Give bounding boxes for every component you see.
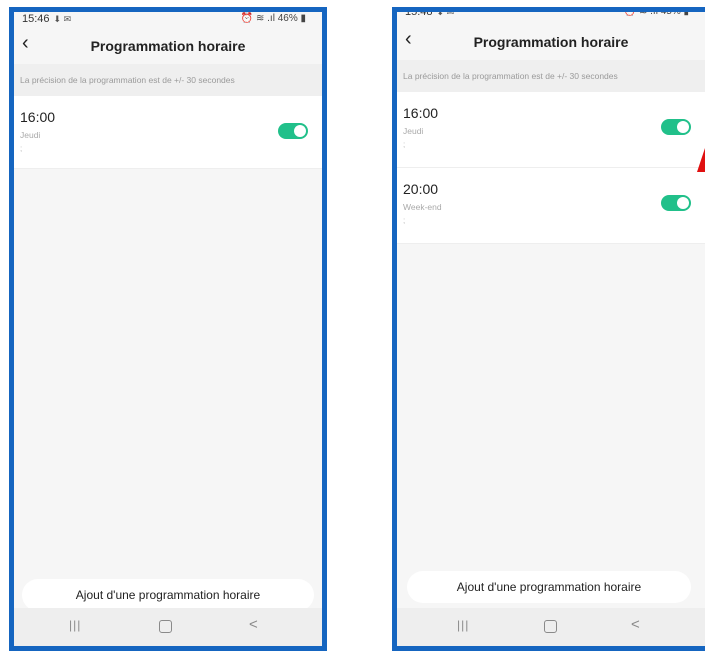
schedule-extra: ; xyxy=(20,144,23,153)
recent-apps-icon[interactable]: ||| xyxy=(457,618,469,632)
battery-percent: 45% xyxy=(660,7,681,17)
notification-icons: ⬇ ✉ xyxy=(436,7,455,17)
toggle-knob xyxy=(677,197,689,209)
precision-notice: La précision de la programmation est de … xyxy=(14,64,322,96)
schedule-toggle[interactable] xyxy=(661,119,691,135)
status-bar: 15:46 ⬇ ✉ ⏰ ≋ .ıl 46% ▮ xyxy=(14,12,322,28)
schedule-time: 16:00 xyxy=(403,105,439,121)
schedule-item[interactable]: 16:00 Jeudi ; xyxy=(397,92,705,168)
schedule-day: Week-end xyxy=(403,202,442,212)
page-title: Programmation horaire xyxy=(473,34,629,50)
status-bar: 15:48 ⬇ ✉ ⏰ ≋ .ıl 45% ▮ xyxy=(397,12,705,24)
phone-screenshot-left: 15:46 ⬇ ✉ ⏰ ≋ .ıl 46% ▮ ‹ Programmation h… xyxy=(9,7,327,651)
add-schedule-button[interactable]: Ajout d'une programmation horaire xyxy=(22,579,314,611)
schedule-item[interactable]: 20:00 Week-end ; xyxy=(397,168,705,244)
schedule-extra: ; xyxy=(403,140,406,149)
home-icon[interactable] xyxy=(544,620,557,633)
schedule-extra: ; xyxy=(403,216,406,225)
nav-back-icon[interactable]: < xyxy=(249,616,258,633)
android-nav-bar: ||| < xyxy=(14,608,322,646)
precision-notice: La précision de la programmation est de … xyxy=(397,60,705,92)
phone-screenshot-right: 15:48 ⬇ ✉ ⏰ ≋ .ıl 45% ▮ ‹ Programmation h… xyxy=(392,7,705,651)
schedule-time: 16:00 xyxy=(20,109,56,125)
status-right: ⏰ ≋ .ıl 46% ▮ xyxy=(240,13,306,24)
schedule-item[interactable]: 16:00 Jeudi ; xyxy=(14,96,322,169)
schedule-toggle[interactable] xyxy=(661,195,691,211)
page-title: Programmation horaire xyxy=(90,38,246,54)
android-nav-bar: ||| < xyxy=(397,608,705,646)
red-arrow-annotation xyxy=(697,148,705,172)
toggle-knob xyxy=(677,121,689,133)
home-icon[interactable] xyxy=(159,620,172,633)
toggle-knob xyxy=(294,125,306,137)
schedule-day: Jeudi xyxy=(20,130,41,140)
notification-icons: ⬇ ✉ xyxy=(53,14,72,24)
schedule-time: 20:00 xyxy=(403,181,439,197)
status-right: ⏰ ≋ .ıl 45% ▮ xyxy=(623,7,689,17)
recent-apps-icon[interactable]: ||| xyxy=(69,618,81,632)
status-time: 15:46 ⬇ ✉ xyxy=(22,13,72,25)
schedule-toggle[interactable] xyxy=(278,123,308,139)
status-time: 15:48 ⬇ ✉ xyxy=(405,7,455,18)
add-schedule-button[interactable]: Ajout d'une programmation horaire xyxy=(407,571,691,603)
app-header: ‹ Programmation horaire xyxy=(14,28,322,64)
battery-percent: 46% xyxy=(277,13,298,24)
nav-back-icon[interactable]: < xyxy=(631,616,640,633)
app-header: ‹ Programmation horaire xyxy=(397,24,705,60)
schedule-day: Jeudi xyxy=(403,126,424,136)
